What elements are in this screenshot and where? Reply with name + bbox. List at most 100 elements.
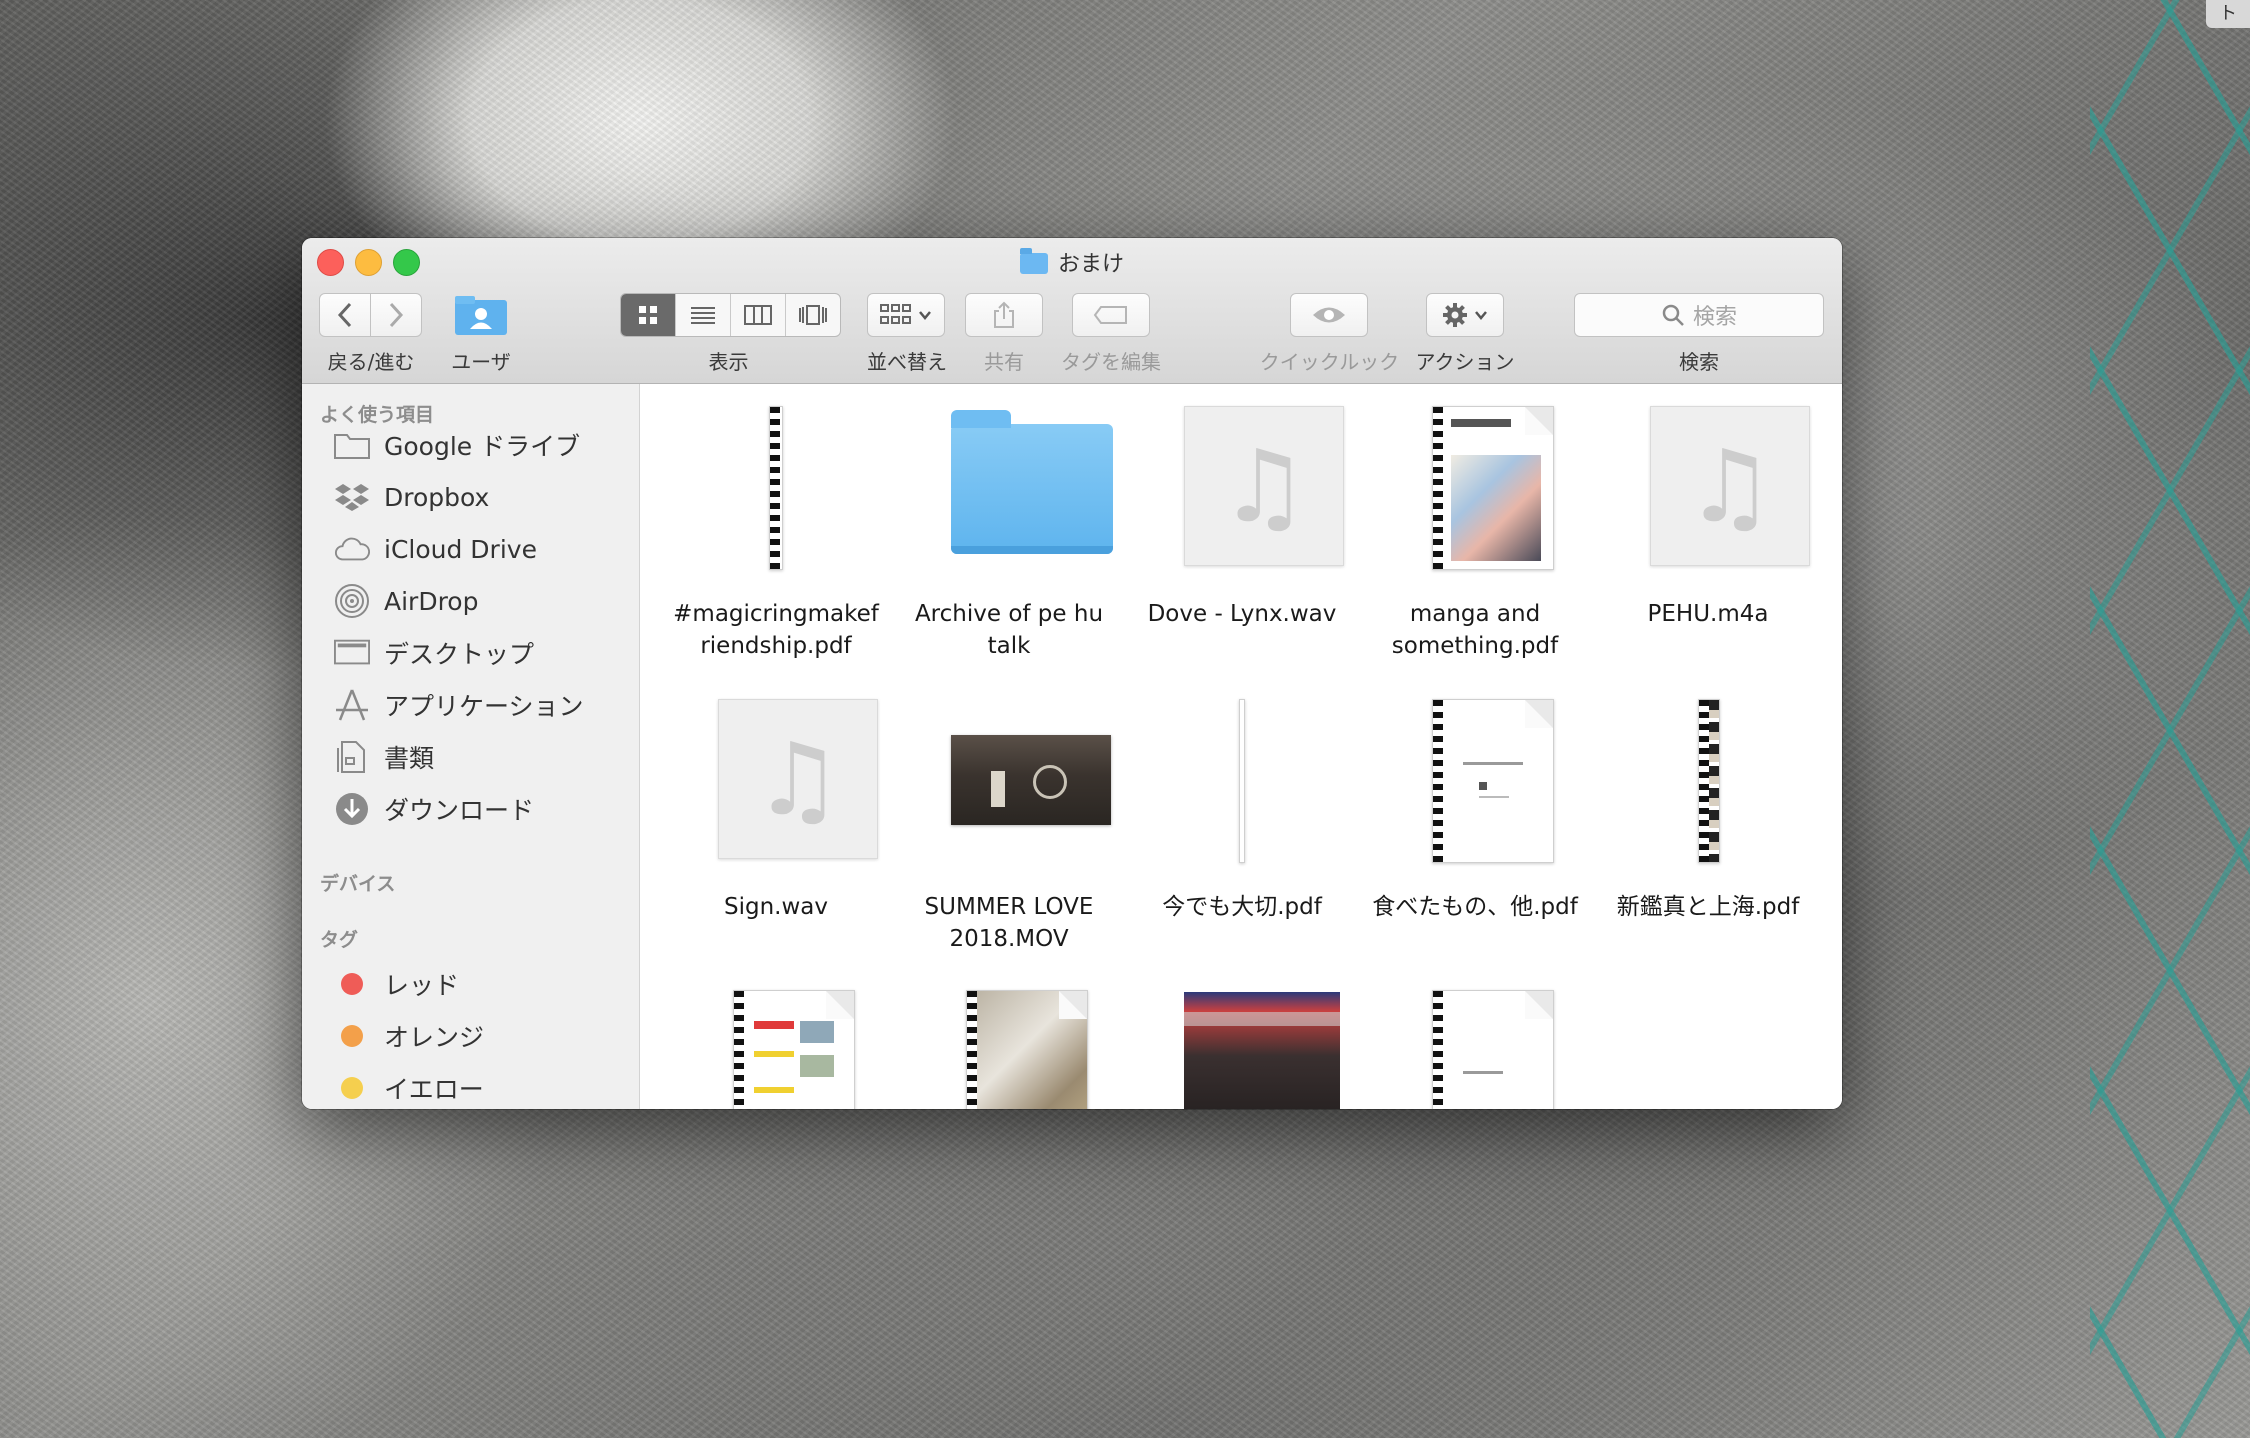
list-icon (691, 307, 715, 324)
gear-icon (1443, 303, 1467, 327)
sidebar-item-google-drive[interactable]: Google ドライブ (334, 425, 580, 465)
sidebar-item-documents[interactable]: 書類 (334, 737, 434, 777)
window-title-text: おまけ (1057, 252, 1124, 277)
edit-tags-button[interactable] (1072, 293, 1150, 337)
sidebar-item-tag-orange[interactable]: オレンジ (334, 1016, 484, 1056)
dropbox-icon (334, 481, 370, 513)
sidebar-item-label: デスクトップ (384, 640, 535, 669)
view-list-button[interactable] (676, 294, 731, 336)
pdf-thumbnail (1360, 406, 1590, 578)
file-item[interactable]: SUMMER LOVE 2018.MOV (894, 699, 1124, 955)
image-thumbnail (1127, 990, 1357, 1109)
audio-thumbnail: ♫ (661, 699, 891, 871)
sidebar-item-label: ダウンロード (384, 796, 535, 825)
documents-icon (334, 741, 370, 773)
sidebar-item-icloud-drive[interactable]: iCloud Drive (334, 529, 537, 569)
file-name: Dove - Lynx.wav (1147, 601, 1337, 627)
view-label: 表示 (708, 350, 749, 374)
sidebar-item-label: イエロー (384, 1075, 484, 1104)
grid-icon (639, 306, 657, 324)
search-placeholder: 検索 (1692, 305, 1737, 330)
file-item[interactable]: ♫ PEHU.m4a (1593, 406, 1823, 630)
music-note-icon: ♫ (718, 699, 878, 859)
back-button[interactable] (319, 293, 371, 337)
sidebar-item-label: オレンジ (384, 1023, 485, 1052)
sidebar: よく使う項目 Google ドライブ Dropbox iCloud Drive … (302, 384, 640, 1109)
sidebar-item-downloads[interactable]: ダウンロード (334, 789, 534, 829)
file-name: SUMMER LOVE 2018.MOV (924, 894, 1094, 952)
file-item[interactable]: ♫ Sign.wav (661, 699, 891, 923)
file-item[interactable]: 新鑑真と上海.pdf (1593, 699, 1823, 923)
sidebar-item-label: アプリケーション (384, 692, 584, 721)
pdf-thumbnail (1593, 699, 1823, 871)
music-note-icon: ♫ (1650, 406, 1810, 566)
finder-window: おまけ 戻る/進む ユーザ 表示 並べ替え 共有 タグを編集 クイックルック ア… (302, 238, 1842, 1109)
tag-dot-icon (334, 1072, 370, 1104)
sidebar-item-label: 書類 (384, 744, 435, 773)
file-item[interactable] (661, 990, 891, 1109)
file-item[interactable] (1360, 990, 1590, 1109)
nav-label: 戻る/進む (327, 350, 415, 374)
edit-tags-label: タグを編集 (1061, 350, 1161, 374)
sidebar-item-applications[interactable]: アプリケーション (334, 685, 584, 725)
view-icon-button[interactable] (621, 294, 676, 336)
file-name: 今でも大切.pdf (1162, 894, 1322, 920)
search-icon (1662, 304, 1684, 326)
share-icon (994, 301, 1014, 328)
sidebar-header-favorites: よく使う項目 (320, 404, 435, 426)
file-name: manga and something.pdf (1391, 601, 1559, 659)
action-label: アクション (1415, 350, 1515, 374)
file-grid: #magicringmakef riendship.pdf Archive of… (640, 384, 1842, 1109)
sidebar-item-label: AirDrop (384, 586, 479, 616)
download-icon (334, 793, 370, 825)
quicklook-button[interactable] (1290, 293, 1368, 337)
view-column-button[interactable] (731, 294, 786, 336)
sidebar-item-airdrop[interactable]: AirDrop (334, 581, 478, 621)
file-item[interactable]: Archive of pe hu talk (894, 406, 1124, 662)
file-name: 食べたもの、他.pdf (1372, 894, 1578, 920)
sidebar-item-label: Dropbox (384, 482, 490, 512)
view-mode-segmented (620, 293, 841, 337)
file-name: 新鑑真と上海.pdf (1616, 894, 1800, 920)
desktop-icon (334, 637, 370, 669)
corner-menu-item[interactable]: ト (2206, 0, 2250, 28)
search-field[interactable]: 検索 (1574, 293, 1824, 337)
window-title: おまけ (302, 246, 1842, 278)
file-item[interactable]: 今でも大切.pdf (1127, 699, 1357, 923)
pdf-thumbnail (1360, 990, 1590, 1109)
video-thumbnail (894, 699, 1124, 871)
pdf-thumbnail (1360, 699, 1590, 871)
sidebar-item-tag-red[interactable]: レッド (334, 964, 459, 1004)
share-button[interactable] (965, 293, 1043, 337)
file-item[interactable]: 食べたもの、他.pdf (1360, 699, 1590, 923)
folder-icon (894, 406, 1124, 578)
forward-button[interactable] (370, 293, 422, 337)
file-name: PEHU.m4a (1647, 601, 1769, 627)
file-item[interactable]: manga and something.pdf (1360, 406, 1590, 662)
user-folder-button[interactable] (454, 294, 508, 336)
cloud-icon (334, 533, 370, 565)
file-item[interactable] (894, 990, 1124, 1109)
sidebar-item-label: Google ドライブ (384, 432, 581, 461)
file-name: Sign.wav (724, 894, 828, 920)
sidebar-item-tag-yellow[interactable]: イエロー (334, 1068, 484, 1108)
file-item[interactable]: ♫ Dove - Lynx.wav (1127, 406, 1357, 630)
folder-icon (334, 429, 370, 461)
action-button[interactable] (1426, 293, 1504, 337)
arrange-label: 並べ替え (867, 350, 947, 374)
column-icon (744, 305, 772, 325)
sidebar-item-desktop[interactable]: デスクトップ (334, 633, 534, 673)
file-name: Archive of pe hu talk (914, 601, 1104, 659)
share-label: 共有 (984, 350, 1024, 374)
chevron-left-icon (337, 302, 352, 328)
sidebar-item-label: レッド (384, 971, 460, 1000)
user-folder-icon (455, 296, 507, 335)
arrange-icon (880, 304, 911, 324)
eye-icon (1313, 307, 1345, 323)
folder-icon (1019, 248, 1048, 274)
arrange-button[interactable] (867, 293, 945, 337)
sidebar-item-dropbox[interactable]: Dropbox (334, 477, 489, 517)
file-item[interactable] (1127, 990, 1357, 1109)
view-coverflow-button[interactable] (786, 294, 840, 336)
file-item[interactable]: #magicringmakef riendship.pdf (661, 406, 891, 662)
